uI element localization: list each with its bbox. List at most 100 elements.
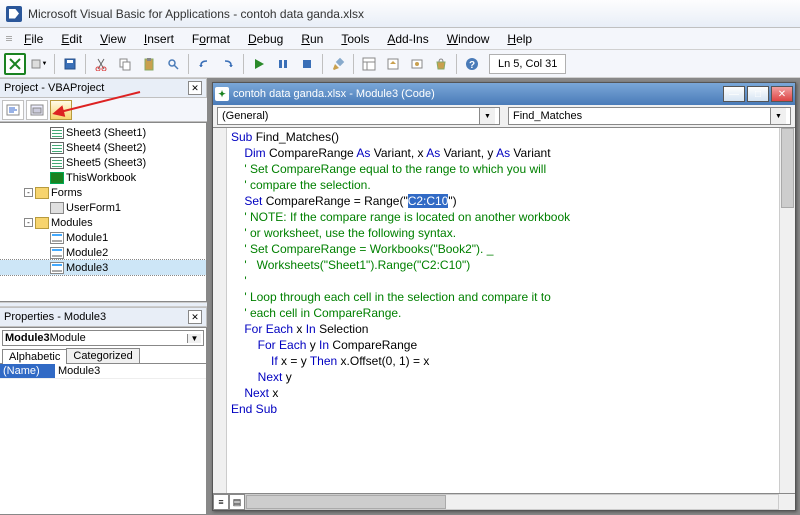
code-gutter[interactable] [213,128,227,493]
tree-label: Sheet5 (Sheet3) [66,157,146,169]
tree-forms-folder[interactable]: - Forms [0,185,206,200]
view-object-button[interactable] [26,100,48,120]
tree-module1[interactable]: Module1 [0,230,206,245]
property-value[interactable]: Module3 [55,364,206,378]
property-row[interactable]: (Name) Module3 [0,364,206,379]
tree-thisworkbook[interactable]: ThisWorkbook [0,170,206,185]
view-excel-button[interactable] [4,53,26,75]
project-pane-title: Project - VBAProject ✕ [0,78,207,98]
code-body: Sub Find_Matches() Dim CompareRange As V… [213,127,795,494]
tree-userform1[interactable]: UserForm1 [0,200,206,215]
vertical-scrollbar[interactable] [779,128,795,493]
close-button[interactable]: ✕ [771,86,793,102]
toolbox-button[interactable] [430,53,452,75]
mdi-area: ✦ contoh data ganda.xlsx - Module3 (Code… [208,78,800,515]
menu-view[interactable]: View [92,30,134,48]
menu-tools[interactable]: Tools [333,30,377,48]
separator [322,54,323,74]
tab-alphabetic[interactable]: Alphabetic [2,349,67,364]
code-editor[interactable]: Sub Find_Matches() Dim CompareRange As V… [227,128,779,493]
tab-categorized[interactable]: Categorized [66,348,139,363]
tree-sheet3[interactable]: Sheet3 (Sheet1) [0,125,206,140]
toggle-folders-button[interactable] [50,100,72,120]
run-button[interactable] [248,53,270,75]
menu-debug[interactable]: Debug [240,30,291,48]
tree-label: Modules [51,217,93,229]
project-pane-close-button[interactable]: ✕ [188,81,202,95]
module-icon [50,247,64,259]
tree-module3[interactable]: Module3 [0,260,206,275]
paste-button[interactable] [138,53,160,75]
break-button[interactable] [272,53,294,75]
copy-button[interactable] [114,53,136,75]
tree-label: Module1 [66,232,108,244]
svg-text:?: ? [469,60,475,71]
dropdown-icon[interactable]: ▼ [479,108,495,124]
properties-pane: Module3 Module ▼ Alphabetic Categorized (… [0,327,207,515]
tree-module2[interactable]: Module2 [0,245,206,260]
properties-button[interactable] [382,53,404,75]
project-explorer-button[interactable] [358,53,380,75]
titlebar: Microsoft Visual Basic for Applications … [0,0,800,28]
maximize-button[interactable]: □ [747,86,769,102]
scrollbar-thumb[interactable] [781,128,794,208]
combo-object-name: Module3 [5,332,50,344]
object-browser-button[interactable] [406,53,428,75]
code-window-titlebar[interactable]: ✦ contoh data ganda.xlsx - Module3 (Code… [213,83,795,105]
folder-icon [35,217,49,229]
collapse-icon[interactable]: - [24,218,33,227]
combo-object-type: Module [50,332,86,344]
help-button[interactable]: ? [461,53,483,75]
tree-sheet4[interactable]: Sheet4 (Sheet2) [0,140,206,155]
property-name: (Name) [0,364,55,378]
tree-label: Forms [51,187,82,199]
separator [188,54,189,74]
menu-window[interactable]: Window [439,30,498,48]
design-mode-button[interactable] [327,53,349,75]
menubar-grip[interactable] [6,36,12,41]
dropdown-icon[interactable]: ▼ [187,334,201,343]
view-code-button[interactable] [2,100,24,120]
minimize-button[interactable]: — [723,86,745,102]
object-combo[interactable]: (General)▼ [217,107,500,125]
module-icon [50,232,64,244]
code-footer: ≡ ▤ [213,494,795,510]
tree-sheet5[interactable]: Sheet5 (Sheet3) [0,155,206,170]
redo-button[interactable] [217,53,239,75]
find-button[interactable] [162,53,184,75]
menu-addins[interactable]: Add-Ins [379,30,436,48]
tree-label: ThisWorkbook [66,172,136,184]
cursor-position: Ln 5, Col 31 [489,54,566,74]
module-icon [50,262,64,274]
menu-edit[interactable]: Edit [53,30,90,48]
scrollbar-thumb[interactable] [246,495,446,509]
menu-file[interactable]: FFileile [16,30,51,48]
menu-help[interactable]: Help [499,30,540,48]
menu-format[interactable]: Format [184,30,238,48]
properties-pane-close-button[interactable]: ✕ [188,310,202,324]
procedure-view-button[interactable]: ≡ [213,494,229,510]
project-pane-label: Project - VBAProject [4,82,104,94]
collapse-icon[interactable]: - [24,188,33,197]
full-module-view-button[interactable]: ▤ [229,494,245,510]
separator [456,54,457,74]
properties-object-combo[interactable]: Module3 Module ▼ [2,330,204,346]
undo-button[interactable] [193,53,215,75]
cut-button[interactable] [90,53,112,75]
dropdown-icon[interactable]: ▼ [770,108,786,124]
separator [85,54,86,74]
project-tree[interactable]: Sheet3 (Sheet1) Sheet4 (Sheet2) Sheet5 (… [0,122,207,302]
save-button[interactable] [59,53,81,75]
menu-run[interactable]: Run [293,30,331,48]
procedure-combo[interactable]: Find_Matches▼ [508,107,791,125]
tree-label: Module3 [66,262,108,274]
insert-dropdown-button[interactable]: ▼ [28,53,50,75]
menu-insert[interactable]: Insert [136,30,182,48]
tree-label: UserForm1 [66,202,121,214]
horizontal-scrollbar[interactable] [245,494,779,510]
tree-modules-folder[interactable]: - Modules [0,215,206,230]
reset-button[interactable] [296,53,318,75]
code-window: ✦ contoh data ganda.xlsx - Module3 (Code… [212,82,796,511]
properties-grid[interactable]: (Name) Module3 [0,364,206,379]
tree-label: Sheet4 (Sheet2) [66,142,146,154]
